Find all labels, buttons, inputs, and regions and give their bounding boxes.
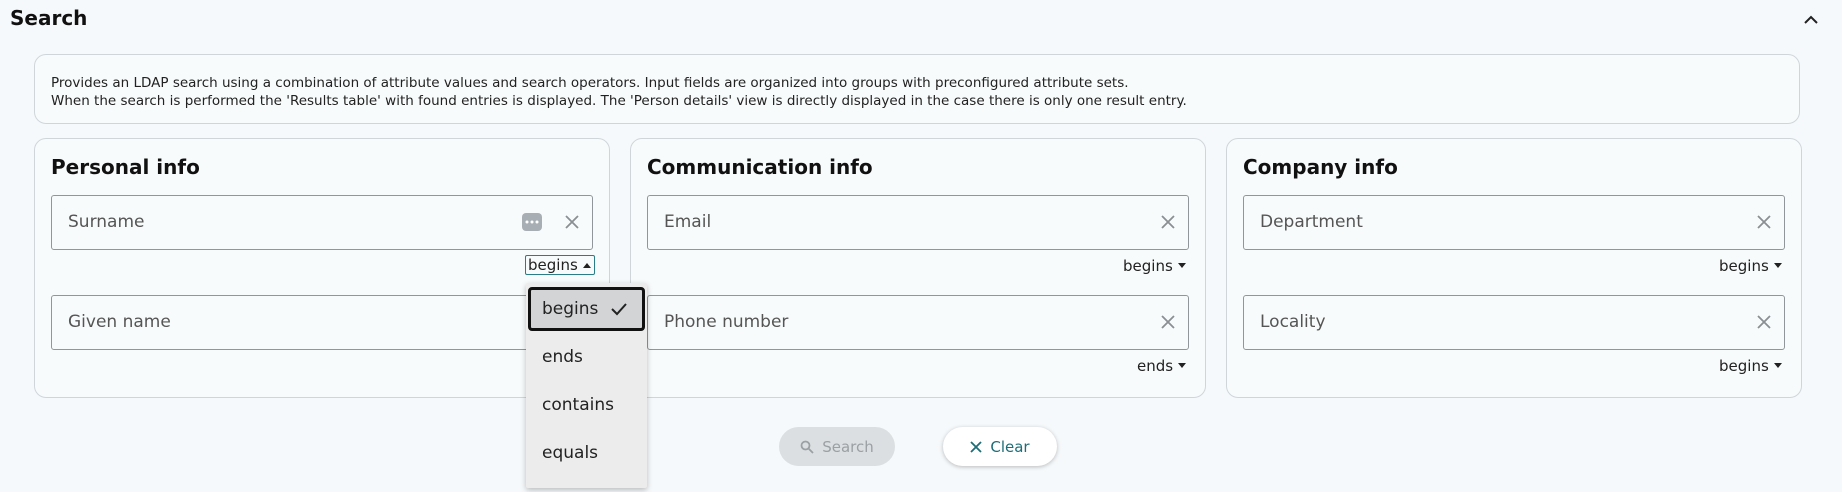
phone-number-field[interactable]: Phone number xyxy=(647,295,1189,350)
locality-field[interactable]: Locality xyxy=(1243,295,1785,350)
caret-down-icon xyxy=(1773,263,1782,268)
more-options-icon[interactable] xyxy=(522,213,542,231)
menu-item-label: ends xyxy=(542,347,583,367)
department-field[interactable]: Department xyxy=(1243,195,1785,250)
department-operator-dropdown[interactable]: begins xyxy=(1719,257,1783,275)
caret-down-icon xyxy=(1773,363,1782,368)
menu-item-begins[interactable]: begins xyxy=(528,287,645,331)
operator-label: begins xyxy=(1719,357,1769,375)
menu-item-contains[interactable]: contains xyxy=(528,383,645,427)
given-name-field[interactable]: Given name xyxy=(51,295,593,350)
caret-down-icon xyxy=(1178,363,1187,368)
section-title: Search xyxy=(10,6,88,30)
caret-up-icon xyxy=(582,263,591,268)
menu-item-equals[interactable]: equals xyxy=(528,431,645,475)
field-label: Locality xyxy=(1260,312,1326,332)
email-operator-dropdown[interactable]: begins xyxy=(1123,257,1187,275)
menu-item-label: equals xyxy=(542,443,599,463)
close-icon xyxy=(970,440,983,453)
search-button[interactable]: Search xyxy=(779,427,895,466)
field-label: Email xyxy=(664,212,712,232)
personal-info-card: Personal info Surname begins Given name xyxy=(34,138,610,398)
menu-item-label: contains xyxy=(542,395,614,415)
communication-info-card: Communication info Email begins Phone nu… xyxy=(630,138,1206,398)
clear-icon[interactable] xyxy=(1158,312,1178,332)
description-line-2: When the search is performed the 'Result… xyxy=(51,93,1187,109)
clear-icon[interactable] xyxy=(1754,312,1774,332)
card-title: Communication info xyxy=(647,155,873,179)
search-icon xyxy=(800,440,814,454)
operator-label: begins xyxy=(1123,257,1173,275)
operator-label: ends xyxy=(1137,357,1174,375)
clear-button-label: Clear xyxy=(990,437,1030,456)
card-title: Personal info xyxy=(51,155,200,179)
clear-button[interactable]: Clear xyxy=(943,427,1057,466)
clear-icon[interactable] xyxy=(1754,212,1774,232)
operator-label: begins xyxy=(528,256,578,274)
operator-label: begins xyxy=(1719,257,1769,275)
menu-item-label: begins xyxy=(542,299,599,319)
surname-field[interactable]: Surname xyxy=(51,195,593,250)
field-label: Phone number xyxy=(664,312,789,332)
card-title: Company info xyxy=(1243,155,1398,179)
surname-operator-dropdown[interactable]: begins xyxy=(525,255,595,275)
field-label: Given name xyxy=(68,312,171,332)
field-label: Surname xyxy=(68,212,145,232)
menu-item-ends[interactable]: ends xyxy=(528,335,645,379)
description-line-1: Provides an LDAP search using a combinat… xyxy=(51,75,1129,91)
clear-icon[interactable] xyxy=(562,212,582,232)
email-field[interactable]: Email xyxy=(647,195,1189,250)
chevron-up-icon[interactable] xyxy=(1800,8,1822,30)
company-info-card: Company info Department begins Locality … xyxy=(1226,138,1802,398)
search-button-label: Search xyxy=(822,437,874,456)
check-icon xyxy=(611,303,627,316)
operator-menu: begins ends contains equals xyxy=(526,283,647,488)
field-label: Department xyxy=(1260,212,1363,232)
description-box: Provides an LDAP search using a combinat… xyxy=(34,54,1800,124)
caret-down-icon xyxy=(1177,263,1186,268)
locality-operator-dropdown[interactable]: begins xyxy=(1719,357,1783,375)
clear-icon[interactable] xyxy=(1158,212,1178,232)
phone-operator-dropdown[interactable]: ends xyxy=(1137,357,1187,375)
